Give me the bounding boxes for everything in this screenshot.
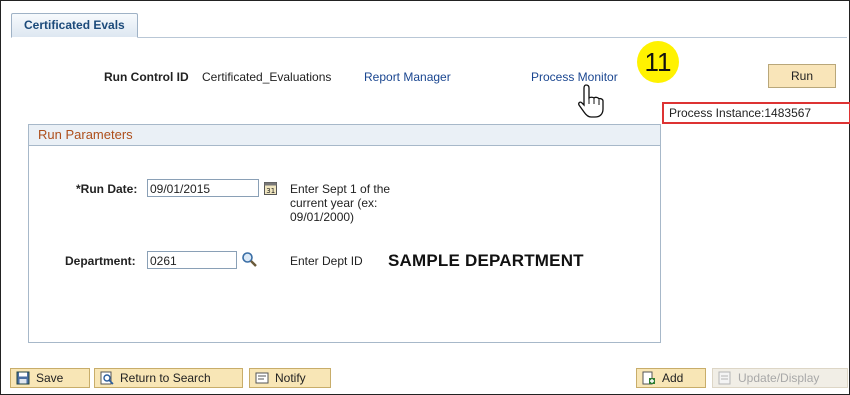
run-button[interactable]: Run [768, 64, 836, 88]
run-control-id-label: Run Control ID [104, 70, 189, 84]
update-display-button[interactable]: Update/Display [712, 368, 848, 388]
update-display-icon [718, 371, 731, 385]
page-toolbar: Save Return to Search Notify Add Update/… [1, 363, 849, 393]
calendar-icon[interactable]: 31 [264, 181, 277, 195]
department-description: SAMPLE DEPARTMENT [388, 251, 584, 270]
page-frame: Certificated Evals Run Control ID Certif… [0, 0, 850, 395]
process-monitor-link[interactable]: Process Monitor [531, 70, 618, 84]
run-control-id-value: Certificated_Evaluations [202, 70, 332, 84]
run-date-help-line: Enter Sept 1 of the [290, 182, 391, 196]
return-to-search-icon [100, 371, 114, 385]
department-help: Enter Dept ID [290, 254, 363, 268]
run-date-help-line: current year (ex: [290, 196, 378, 210]
lookup-search-icon[interactable] [241, 251, 258, 268]
add-icon [642, 371, 655, 385]
run-date-help-line: 09/01/2000) [290, 210, 355, 224]
return-to-search-label: Return to Search [120, 371, 211, 385]
panel-title: Run Parameters [29, 125, 660, 146]
return-to-search-button[interactable]: Return to Search [94, 368, 243, 388]
report-manager-link[interactable]: Report Manager [364, 70, 451, 84]
update-display-label: Update/Display [738, 371, 820, 385]
process-instance-highlight: Process Instance:1483567 [662, 102, 850, 124]
svg-text:31: 31 [266, 187, 275, 195]
tab-certificated-evals[interactable]: Certificated Evals [11, 13, 138, 38]
save-label: Save [36, 371, 64, 385]
step-callout-badge: 11 [637, 41, 679, 83]
run-parameters-panel: Run Parameters [28, 124, 661, 343]
notify-button[interactable]: Notify [249, 368, 331, 388]
run-date-input[interactable]: 09/01/2015 [147, 179, 259, 197]
save-button[interactable]: Save [10, 368, 90, 388]
add-button[interactable]: Add [636, 368, 706, 388]
notify-label: Notify [275, 371, 306, 385]
notify-icon [255, 372, 269, 384]
department-label: Department: [65, 254, 136, 268]
save-icon [16, 371, 30, 385]
add-label: Add [662, 371, 684, 385]
hand-cursor-icon [578, 84, 604, 118]
tab-bar: Certificated Evals [11, 13, 847, 38]
run-date-label: *Run Date: [76, 182, 138, 196]
department-input[interactable]: 0261 [147, 251, 237, 269]
run-date-help: Enter Sept 1 of the current year (ex: 09… [290, 182, 390, 224]
